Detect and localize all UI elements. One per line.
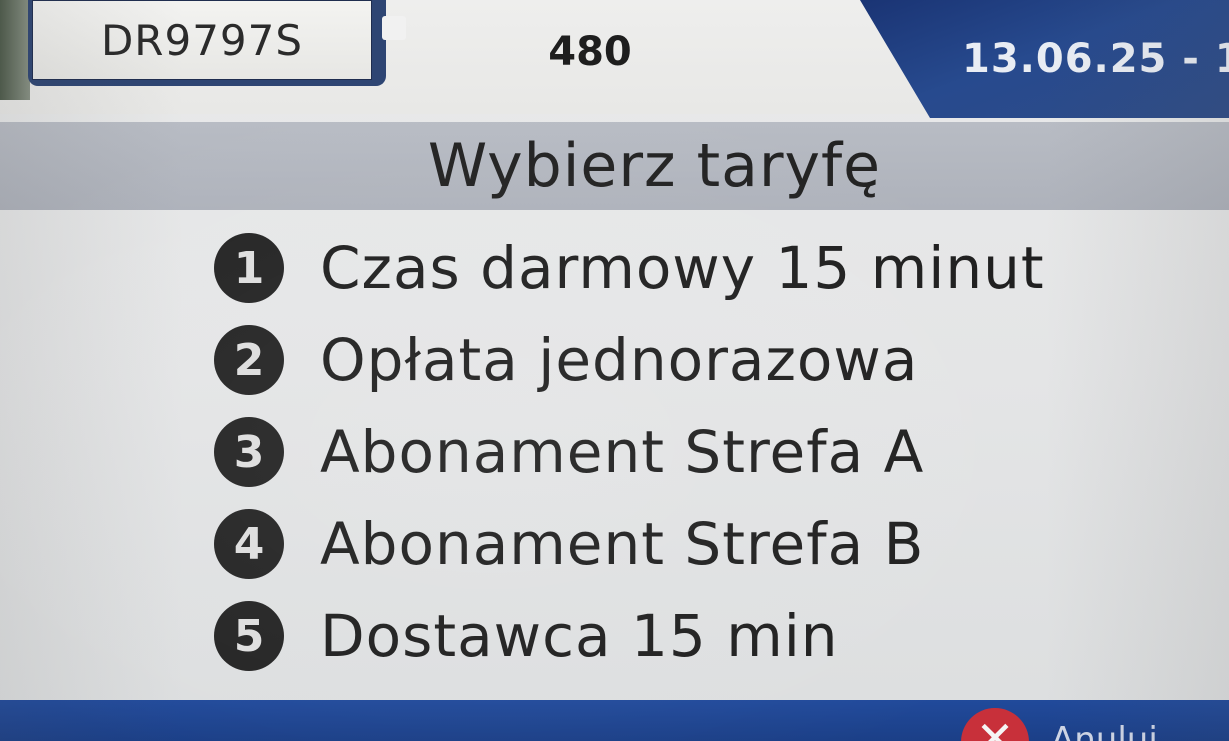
datetime-value: 13.06.25 - 10:	[962, 36, 1229, 82]
option-label: Abonament Strefa A	[320, 418, 925, 486]
plate-number-field[interactable]: DR9797S	[32, 0, 372, 80]
close-icon: ✕	[961, 708, 1029, 741]
tariff-options-list: 1 Czas darmowy 15 minut 2 Opłata jednora…	[214, 222, 1134, 682]
option-number-badge: 4	[214, 509, 284, 579]
tariff-option-2[interactable]: 2 Opłata jednorazowa	[214, 314, 1134, 406]
tariff-option-5[interactable]: 5 Dostawca 15 min	[214, 590, 1134, 682]
option-number-badge: 5	[214, 601, 284, 671]
option-label: Opłata jednorazowa	[320, 326, 919, 394]
page-title: Wybierz taryfę	[427, 131, 882, 201]
tariff-option-1[interactable]: 1 Czas darmowy 15 minut	[214, 222, 1134, 314]
plate-toggle-icon[interactable]	[382, 16, 406, 40]
cancel-button[interactable]: ✕ Anuluj	[955, 704, 1215, 741]
plate-number-box[interactable]: DR9797S	[28, 0, 406, 86]
parking-terminal-screen: DR9797S 480 13.06.25 - 10: Wybierz taryf…	[0, 0, 1229, 741]
option-number-badge: 1	[214, 233, 284, 303]
cancel-label: Anuluj	[1051, 720, 1158, 741]
option-label: Dostawca 15 min	[320, 602, 839, 670]
tariff-option-4[interactable]: 4 Abonament Strefa B	[214, 498, 1134, 590]
top-bar: DR9797S 480 13.06.25 - 10:	[0, 0, 1229, 118]
plate-number-value: DR9797S	[100, 15, 304, 65]
option-number-badge: 2	[214, 325, 284, 395]
counter-value: 480	[548, 29, 632, 75]
tariff-option-3[interactable]: 3 Abonament Strefa A	[214, 406, 1134, 498]
title-bar: Wybierz taryfę	[0, 122, 1229, 210]
top-bar-edge	[0, 0, 30, 100]
option-number-badge: 3	[214, 417, 284, 487]
option-label: Abonament Strefa B	[320, 510, 925, 578]
option-label: Czas darmowy 15 minut	[320, 234, 1045, 302]
